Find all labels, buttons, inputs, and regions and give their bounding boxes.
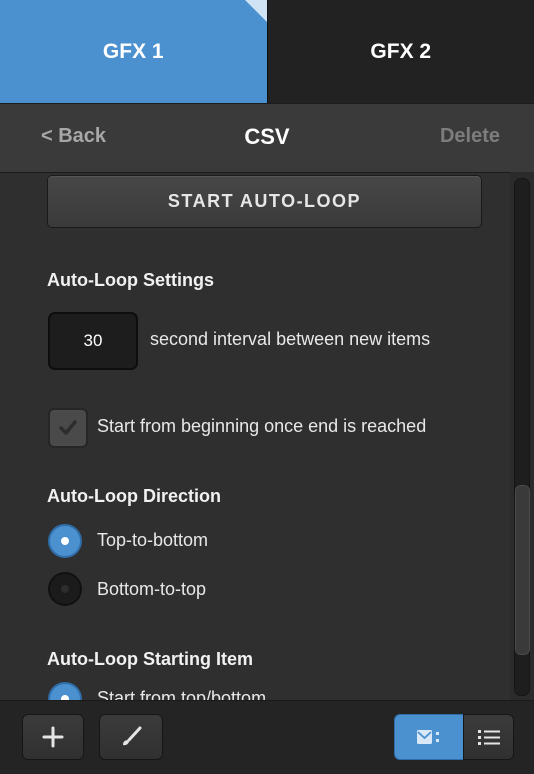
auto-loop-starting-item-heading: Auto-Loop Starting Item (47, 649, 253, 670)
radio-top-to-bottom-label: Top-to-bottom (97, 530, 208, 551)
start-auto-loop-button[interactable]: START AUTO-LOOP (47, 175, 482, 228)
settings-content: START AUTO-LOOP Auto-Loop Settings 30 se… (0, 172, 510, 700)
list-view-toggle[interactable] (463, 714, 514, 760)
tab-bar: GFX 1 GFX 2 (0, 0, 534, 103)
nav-bar: < Back CSV Delete (0, 103, 534, 173)
restart-checkbox-label: Start from beginning once end is reached (97, 416, 426, 437)
radio-bottom-to-top-label: Bottom-to-top (97, 579, 206, 600)
radio-top-to-bottom[interactable] (48, 524, 82, 558)
checkmark-icon (57, 417, 79, 439)
plus-icon (42, 726, 64, 748)
radio-bottom-to-top[interactable] (48, 572, 82, 606)
tab-gfx-1-label: GFX 1 (103, 40, 164, 64)
tab-gfx-2-label: GFX 2 (370, 40, 431, 64)
restart-checkbox[interactable] (48, 408, 88, 448)
add-button[interactable] (22, 714, 84, 760)
auto-loop-direction-heading: Auto-Loop Direction (47, 486, 221, 507)
radio-start-from-top-bottom-label: Start from top/bottom (97, 688, 266, 700)
csv-panel: GFX 1 GFX 2 < Back CSV Delete START AUTO… (0, 0, 534, 773)
interval-label: second interval between new items (150, 329, 430, 350)
scrollbar[interactable] (510, 172, 534, 700)
radio-start-from-top-bottom[interactable] (48, 682, 82, 700)
grid-view-toggle[interactable] (394, 714, 464, 760)
interval-input[interactable]: 30 (48, 312, 138, 370)
scrollbar-thumb[interactable] (515, 485, 530, 655)
tab-corner-indicator (245, 0, 267, 22)
brush-icon (119, 725, 143, 749)
list-icon (477, 727, 501, 747)
tab-gfx-2[interactable]: GFX 2 (267, 0, 534, 103)
tab-gfx-1[interactable]: GFX 1 (0, 0, 267, 103)
bottom-toolbar (0, 700, 534, 774)
style-button[interactable] (99, 714, 163, 760)
auto-loop-settings-heading: Auto-Loop Settings (47, 270, 214, 291)
delete-button[interactable]: Delete (440, 125, 500, 148)
image-grid-icon (415, 726, 443, 748)
